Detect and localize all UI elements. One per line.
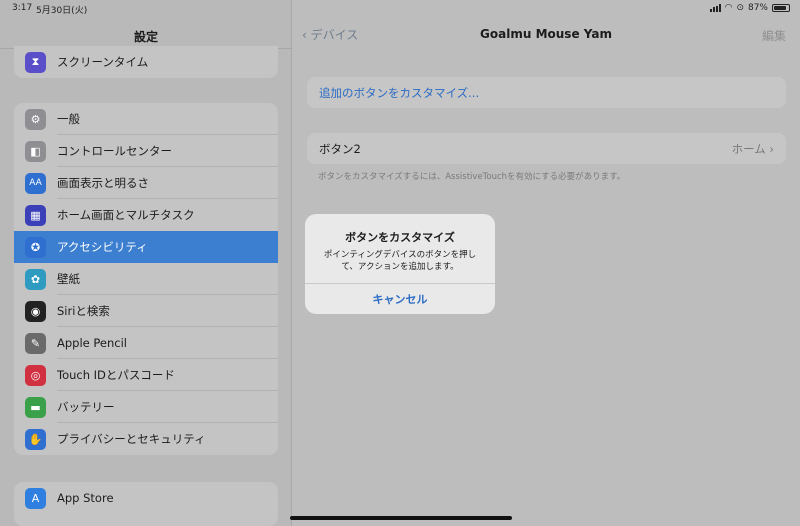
sidebar-item-label: スクリーンタイム bbox=[57, 55, 149, 69]
customize-buttons-link[interactable]: 追加のボタンをカスタマイズ... bbox=[307, 77, 786, 108]
accessibility-icon: ✪ bbox=[25, 236, 46, 258]
sidebar-item-screen-time[interactable]: ⧗ スクリーンタイム bbox=[14, 46, 278, 78]
toggles-icon: ◧ bbox=[25, 140, 46, 162]
home-indicator bbox=[290, 516, 512, 520]
home-grid-icon: ▦ bbox=[25, 204, 46, 226]
sidebar-item-label: ホーム画面とマルチタスク bbox=[57, 208, 195, 222]
sidebar-item[interactable]: ◉ Siriと検索 bbox=[14, 295, 278, 327]
footer-note: ボタンをカスタマイズするには、AssistiveTouchを有効にする必要があり… bbox=[318, 172, 626, 182]
sidebar-item-label: 画面表示と明るさ bbox=[57, 176, 149, 190]
button-2-row[interactable]: ボタン2 ホーム › bbox=[307, 133, 786, 164]
sidebar-item-label: 壁紙 bbox=[57, 272, 80, 286]
sidebar-title: 設定 bbox=[133, 30, 158, 44]
app-store-icon: A bbox=[25, 487, 46, 509]
sidebar-item[interactable]: ⚙ 一般 bbox=[14, 103, 278, 135]
sidebar-item[interactable]: ▦ ホーム画面とマルチタスク bbox=[14, 199, 278, 231]
siri-icon: ◉ bbox=[25, 300, 46, 322]
sidebar-item[interactable]: ◧ コントロールセンター bbox=[14, 135, 278, 167]
sidebar-item-label: Apple Pencil bbox=[57, 336, 127, 350]
status-bar: 3:17 5月30日(火) ◠ ⊙ 87% bbox=[0, 0, 800, 18]
sidebar-item-label: コントロールセンター bbox=[57, 144, 172, 158]
sidebar-item[interactable]: ▬ バッテリー bbox=[14, 391, 278, 423]
edit-button[interactable]: 編集 bbox=[762, 27, 786, 44]
sidebar-item-label: バッテリー bbox=[57, 400, 115, 414]
privacy-hand-icon: ✋ bbox=[25, 428, 46, 450]
gear-icon: ⚙ bbox=[25, 108, 46, 130]
button-row-label: ボタン2 bbox=[319, 141, 361, 156]
sidebar-item-label: アクセシビリティ bbox=[57, 240, 148, 254]
sidebar-item-label: 一般 bbox=[57, 112, 80, 126]
sidebar-item-label: App Store bbox=[57, 491, 114, 505]
orientation-lock-icon: ⊙ bbox=[736, 3, 744, 13]
fingerprint-icon: ◎ bbox=[25, 364, 46, 386]
sidebar-item[interactable]: ✎ Apple Pencil bbox=[14, 327, 278, 359]
alert-message-line1: ポインティングデバイスのボタンを押し bbox=[323, 250, 477, 260]
sidebar-group-top: ⧗ スクリーンタイム bbox=[14, 46, 278, 78]
cancel-button[interactable]: キャンセル bbox=[305, 283, 495, 314]
settings-sidebar: 設定 ⧗ スクリーンタイム ⚙ 一般 ◧ コントロールセンター AA 画面表示と明るさ ▦ ホ… bbox=[0, 0, 292, 526]
sidebar-item[interactable]: ✿ 壁紙 bbox=[14, 263, 278, 295]
sidebar-item-label: Siriと検索 bbox=[57, 304, 110, 318]
sidebar-item[interactable]: ✋ プライバシーとセキュリティ bbox=[14, 423, 278, 455]
sidebar-group-store: A App Store bbox=[14, 482, 278, 526]
sidebar-item[interactable]: ◎ Touch IDとパスコード bbox=[14, 359, 278, 391]
hourglass-icon: ⧗ bbox=[25, 51, 46, 73]
pencil-icon: ✎ bbox=[25, 332, 46, 354]
status-date: 5月30日(火) bbox=[36, 6, 88, 16]
sidebar-item-label: Touch IDとパスコード bbox=[57, 368, 175, 382]
status-time: 3:17 bbox=[12, 3, 33, 13]
page-title: Goalmu Mouse Yam bbox=[480, 27, 612, 41]
battery-percent: 87% bbox=[747, 3, 768, 13]
button-row-value-wrap: ホーム › bbox=[732, 141, 774, 157]
alert-message: ポインティングデバイスのボタンを押し て、アクションを追加します。 bbox=[317, 249, 483, 273]
wallpaper-flower-icon: ✿ bbox=[25, 268, 46, 290]
battery-icon: ▬ bbox=[25, 396, 46, 418]
cellular-signal-icon bbox=[709, 4, 721, 12]
sidebar-item[interactable]: ✪ アクセシビリティ bbox=[14, 231, 278, 263]
alert-title: ボタンをカスタマイズ bbox=[345, 231, 455, 244]
customize-link-label: 追加のボタンをカスタマイズ... bbox=[319, 85, 480, 100]
button-row-value: ホーム bbox=[731, 141, 766, 156]
battery-icon bbox=[772, 4, 790, 12]
wifi-icon: ◠ bbox=[724, 3, 733, 13]
display-aa-icon: AA bbox=[25, 172, 46, 194]
sidebar-item[interactable]: A App Store bbox=[14, 482, 278, 514]
customize-alert-dialog: ボタンをカスタマイズ ポインティングデバイスのボタンを押し て、アクションを追加… bbox=[305, 214, 495, 314]
sidebar-item[interactable]: AA 画面表示と明るさ bbox=[14, 167, 278, 199]
alert-message-line2: て、アクションを追加します。 bbox=[341, 262, 459, 272]
chevron-right-icon: › bbox=[769, 141, 774, 156]
sidebar-item-label: プライバシーとセキュリティ bbox=[57, 432, 206, 446]
sidebar-group-main: ⚙ 一般 ◧ コントロールセンター AA 画面表示と明るさ ▦ ホーム画面とマルチタスク ✪ アク… bbox=[14, 103, 278, 455]
status-right: ◠ ⊙ 87% bbox=[709, 3, 790, 13]
